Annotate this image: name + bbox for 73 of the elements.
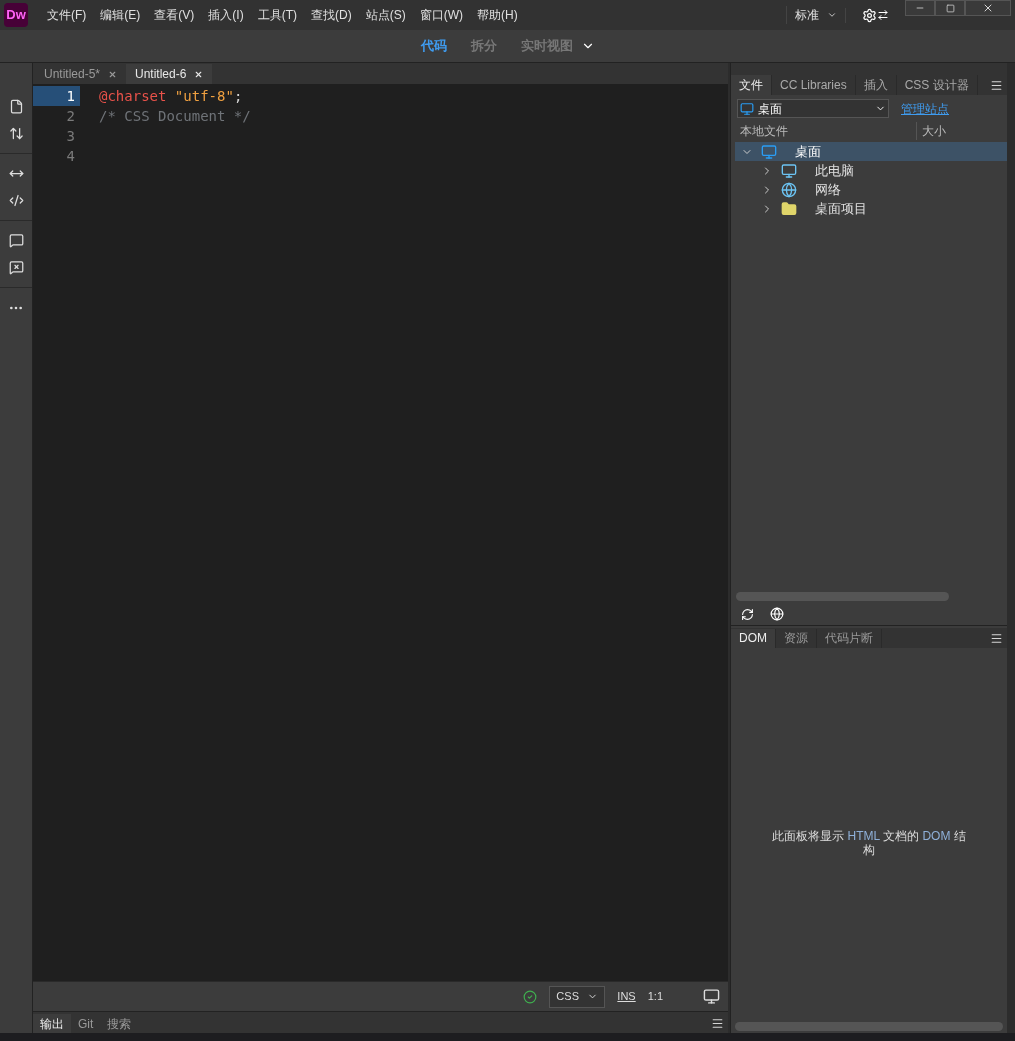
app-logo: Dw — [4, 3, 28, 27]
globe-icon — [781, 181, 797, 198]
manage-sites-link[interactable]: 管理站点 — [901, 99, 949, 118]
panel-tab[interactable]: Git — [71, 1014, 101, 1033]
monitor-icon — [740, 101, 754, 116]
panel-tab[interactable]: 代码片断 — [817, 628, 882, 648]
panel-tab[interactable]: 输出 — [33, 1014, 71, 1033]
line-number: 1 — [33, 86, 80, 106]
document-tab[interactable]: Untitled-5* — [35, 64, 127, 84]
language-dropdown[interactable]: CSS — [549, 985, 606, 1008]
empty-panel-message: 此面板将显示 HTML 文档的 DOM 结构 — [771, 829, 967, 858]
menu-item[interactable]: 帮助(H) — [470, 6, 525, 24]
caret-icon — [827, 10, 837, 20]
scrollbar[interactable] — [735, 1021, 1003, 1031]
code-line: @charset "utf-8"; — [99, 86, 243, 106]
tree-item[interactable]: 网络 — [735, 180, 1007, 199]
globe-icon[interactable] — [770, 607, 784, 621]
tree-item-label: 桌面项目 — [815, 199, 867, 218]
menu-icon[interactable] — [990, 79, 1003, 92]
scrollbar[interactable] — [736, 592, 949, 601]
menu-item[interactable]: 窗口(W) — [412, 6, 470, 24]
menu-item[interactable]: 编辑(E) — [93, 6, 148, 24]
menu-item[interactable]: 查看(V) — [147, 6, 202, 24]
menu-item[interactable]: 工具(T) — [250, 6, 304, 24]
line-number: 4 — [65, 146, 76, 166]
close-icon[interactable] — [108, 69, 118, 79]
column-header[interactable]: 大小 — [916, 122, 946, 140]
refresh-icon[interactable] — [741, 607, 754, 621]
comment-icon[interactable] — [8, 233, 24, 248]
code-icon[interactable] — [8, 193, 24, 208]
computer-icon — [781, 162, 797, 179]
cursor-position: 1:1 — [647, 989, 663, 1005]
close-icon — [982, 2, 994, 14]
preview-icon[interactable] — [703, 988, 720, 1005]
workspace-switcher[interactable]: 标准 — [786, 6, 845, 24]
code-line: /* CSS Document */ — [99, 106, 251, 126]
panel-tab[interactable]: 插入 — [855, 75, 897, 95]
panel-tab[interactable]: CSS 设计器 — [896, 75, 978, 95]
menu-icon[interactable] — [711, 1017, 724, 1030]
insert-mode[interactable]: INS — [617, 988, 636, 1005]
line-number: 2 — [65, 106, 76, 126]
remove-comment-icon[interactable] — [8, 260, 24, 275]
panel-tab[interactable]: DOM — [731, 628, 776, 648]
tree-item-label: 此电脑 — [815, 161, 854, 180]
panel-tab[interactable]: 搜索 — [100, 1014, 139, 1033]
menu-icon[interactable] — [990, 631, 1003, 645]
menu-item[interactable]: 插入(I) — [201, 6, 251, 24]
tree-item-label: 网络 — [815, 180, 841, 199]
file-icon[interactable] — [8, 99, 24, 114]
folder-icon — [781, 200, 797, 217]
panel-tab[interactable]: 文件 — [731, 75, 772, 95]
minimize-button[interactable] — [905, 0, 935, 16]
sync-icon[interactable] — [877, 9, 889, 21]
tree-item[interactable]: 桌面 — [735, 142, 1007, 161]
tree-item-label: 桌面 — [795, 142, 821, 161]
menu-item[interactable]: 查找(D) — [304, 6, 359, 24]
menu-item[interactable]: 站点(S) — [358, 6, 413, 24]
line-number: 3 — [65, 126, 76, 146]
sort-icon[interactable] — [8, 126, 24, 141]
monitor-icon — [761, 143, 777, 160]
view-tab[interactable]: 代码 — [420, 36, 447, 56]
maximize-icon — [945, 3, 955, 13]
tree-item[interactable]: 此电脑 — [735, 161, 1007, 180]
tree-item[interactable]: 桌面项目 — [735, 199, 1007, 218]
panel-tab[interactable]: CC Libraries — [772, 75, 856, 95]
menu-item[interactable]: 文件(F) — [40, 6, 94, 24]
panel-tab[interactable]: 资源 — [776, 628, 817, 648]
site-dropdown[interactable]: 桌面 — [737, 99, 889, 118]
maximize-button[interactable] — [935, 0, 965, 16]
settings-icon[interactable] — [862, 7, 877, 23]
close-icon[interactable] — [194, 69, 204, 79]
column-header[interactable]: 本地文件 — [731, 122, 916, 140]
document-tab[interactable]: Untitled-6 — [126, 64, 213, 84]
